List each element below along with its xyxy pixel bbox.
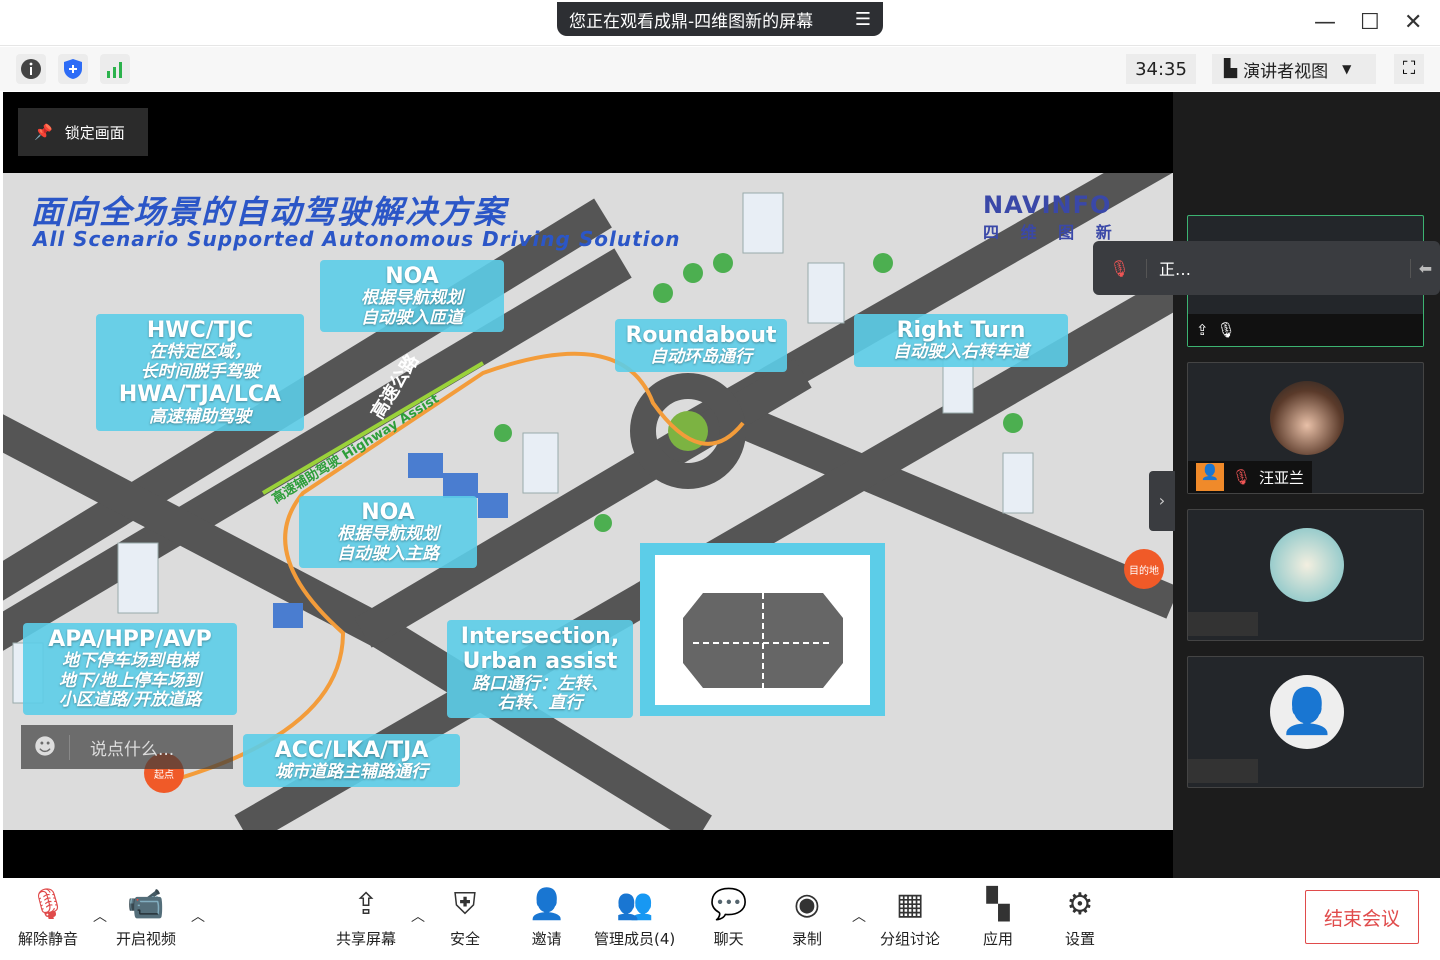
share-banner[interactable]: 您正在观看成鼎-四维图新的屏幕 ☰ bbox=[557, 2, 883, 36]
video-options-chevron[interactable]: ︿ bbox=[191, 906, 205, 926]
gear-icon: ⚙ bbox=[1066, 887, 1094, 922]
layout-icon: ▙ bbox=[1224, 59, 1238, 79]
destination-marker: 目的地 bbox=[1124, 549, 1164, 589]
chat-input[interactable]: ☻ 说点什么... bbox=[21, 725, 233, 769]
record-icon: ◉ bbox=[793, 887, 821, 922]
avatar bbox=[1270, 528, 1344, 602]
minimize-button[interactable]: — bbox=[1314, 10, 1336, 35]
invite-button[interactable]: 👤 邀请 bbox=[528, 886, 565, 949]
audio-options-chevron[interactable]: ︿ bbox=[93, 906, 107, 926]
settings-button[interactable]: ⚙ 设置 bbox=[1065, 886, 1095, 949]
participant-tile[interactable]: 👤 🎙 汪亚兰 bbox=[1187, 362, 1424, 494]
fullscreen-button[interactable]: ⛶ bbox=[1394, 54, 1424, 84]
emoji-icon[interactable]: ☻ bbox=[21, 735, 69, 760]
pin-icon: 📌 bbox=[34, 123, 53, 141]
security-button[interactable]: ⛨ 安全 bbox=[450, 886, 480, 949]
apps-icon: ▚ bbox=[986, 887, 1010, 922]
breakout-icon: ▦ bbox=[895, 887, 925, 922]
meeting-timer: 34:35 bbox=[1126, 54, 1196, 84]
start-video-button[interactable]: 📹 开启视频 bbox=[116, 886, 176, 949]
label-right-turn: Right Turn 自动驶入右转车道 bbox=[854, 314, 1068, 367]
participant-tile[interactable] bbox=[1187, 509, 1424, 641]
default-avatar-icon: 👤 bbox=[1270, 675, 1344, 749]
chat-button[interactable]: 💬 聊天 bbox=[710, 886, 747, 949]
participant-tile[interactable]: 👤 bbox=[1187, 656, 1424, 788]
signal-icon[interactable] bbox=[100, 54, 130, 84]
add-user-icon: 👤 bbox=[528, 887, 566, 922]
maximize-button[interactable]: ☐ bbox=[1360, 10, 1380, 35]
avatar bbox=[1270, 381, 1344, 455]
share-options-chevron[interactable]: ︿ bbox=[411, 906, 425, 926]
title-bar: 您正在观看成鼎-四维图新的屏幕 ☰ — ☐ ✕ bbox=[0, 0, 1440, 46]
shield-icon: ⛨ bbox=[453, 887, 477, 922]
apps-button[interactable]: ▚ 应用 bbox=[983, 886, 1013, 949]
label-noa-ramp: NOA 根据导航规划 自动驶入匝道 bbox=[320, 260, 504, 333]
info-icon[interactable] bbox=[16, 54, 46, 84]
chat-icon: 💬 bbox=[710, 887, 748, 922]
label-roundabout: Roundabout 自动环岛通行 bbox=[615, 319, 787, 372]
label-acc: ACC/LKA/TJA 城市道路主辅路通行 bbox=[243, 734, 460, 787]
slide-title-en: All Scenario Supported Autonomous Drivin… bbox=[33, 227, 681, 251]
video-off-icon: 📹 bbox=[127, 887, 165, 922]
record-options-chevron[interactable]: ︿ bbox=[852, 906, 866, 926]
mic-muted-icon: 🎙 bbox=[28, 887, 68, 922]
breakout-rooms-button[interactable]: ▦ 分组讨论 bbox=[880, 886, 940, 949]
unmute-button[interactable]: 🎙 解除静音 bbox=[18, 886, 78, 949]
mic-muted-icon: 🎙 bbox=[1093, 258, 1147, 278]
navinfo-logo: NAVINFO 四 维 图 新 bbox=[983, 191, 1120, 242]
share-screen-icon: ⇪ bbox=[353, 887, 379, 922]
collapse-panel-button[interactable]: › bbox=[1149, 471, 1175, 531]
record-button[interactable]: ◉ 录制 bbox=[792, 886, 822, 949]
view-dropdown[interactable]: ▙ 演讲者视图 ▼ bbox=[1212, 54, 1376, 84]
meeting-toolbar: 🎙 解除静音 ︿ 📹 开启视频 ︿ ⇪ 共享屏幕 ︿ ⛨ 安全 👤 邀请 👥 管理成员(4)… bbox=[0, 878, 1440, 960]
label-hwc: HWC/TJC 在特定区域， 长时间脱手驾驶 HWA/TJA/LCA 高速辅助驾驶 bbox=[96, 314, 304, 432]
label-intersection: Intersection, Urban assist 路口通行：左转、 右转、直行 bbox=[447, 620, 633, 718]
manage-participants-button[interactable]: 👥 管理成员(4) bbox=[594, 886, 675, 949]
label-noa-main: NOA 根据导航规划 自动驶入主路 bbox=[299, 496, 477, 569]
user-icon: 👤 bbox=[1196, 463, 1224, 491]
share-screen-icon: ⇪ bbox=[1196, 321, 1209, 339]
end-meeting-button[interactable]: 结束会议 bbox=[1305, 890, 1419, 944]
label-apa: APA/HPP/AVP 地下停车场到电梯 地下/地上停车场到 小区道路/开放道路 bbox=[23, 623, 237, 715]
close-button[interactable]: ✕ bbox=[1404, 10, 1422, 35]
chevron-down-icon: ▼ bbox=[1342, 62, 1352, 76]
share-screen-button[interactable]: ⇪ 共享屏幕 bbox=[336, 886, 396, 949]
lock-screen-button[interactable]: 📌 锁定画面 bbox=[18, 108, 148, 156]
speaker-notification: 🎙 正… ⬅ bbox=[1093, 241, 1440, 295]
menu-icon[interactable]: ☰ bbox=[855, 9, 871, 30]
participants-icon: 👥 bbox=[615, 887, 654, 922]
security-shield-icon[interactable] bbox=[58, 54, 88, 84]
mic-muted-icon: 🎙 bbox=[1232, 468, 1252, 486]
arrow-left-icon[interactable]: ⬅ bbox=[1410, 258, 1440, 278]
mic-icon: 🎙 bbox=[1216, 321, 1236, 339]
